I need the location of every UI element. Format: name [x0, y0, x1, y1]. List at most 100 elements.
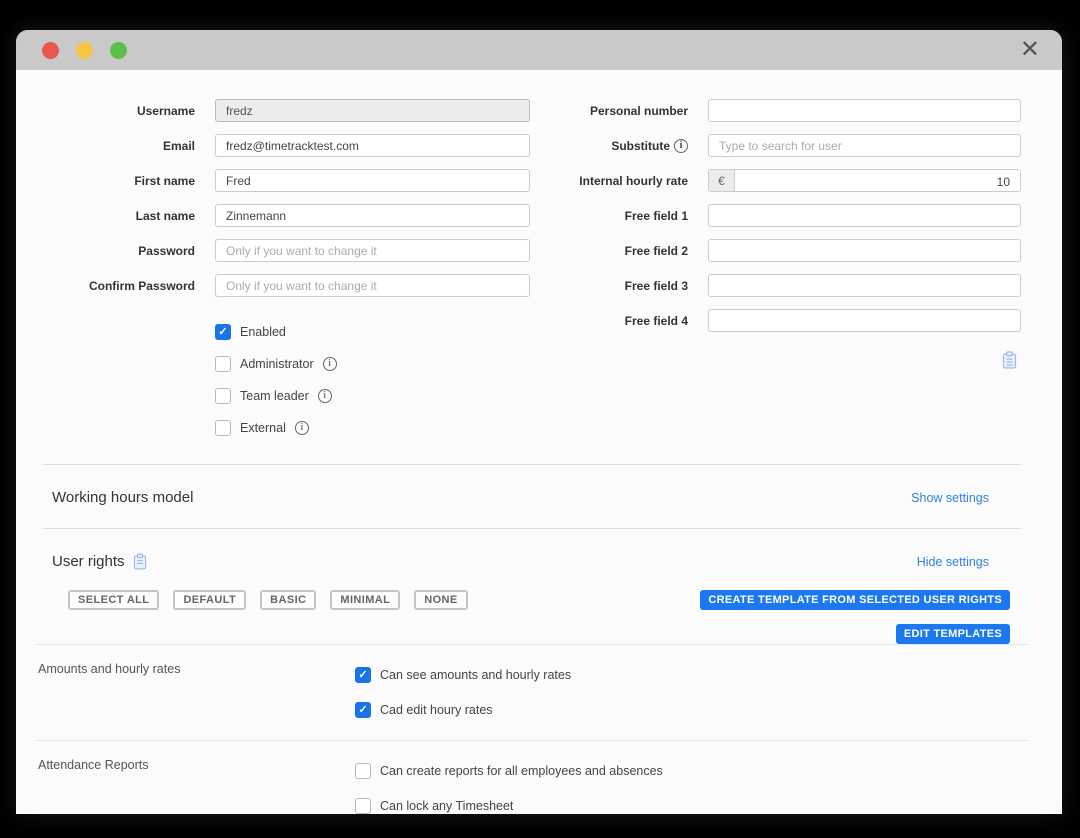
rights-group-attendance: Attendance Reports Can create reports fo… [35, 740, 1029, 814]
substitute-label-text: Substitute [611, 139, 670, 153]
administrator-row: Administrator [215, 354, 530, 374]
minimal-button[interactable]: MINIMAL [330, 590, 400, 610]
info-icon[interactable] [323, 357, 337, 371]
can-create-reports-checkbox[interactable] [355, 763, 371, 779]
zoom-traffic-light-icon[interactable] [110, 42, 127, 59]
rights-items: Can create reports for all employees and… [355, 751, 672, 814]
first-name-label: First name [43, 174, 195, 188]
hide-settings-link[interactable]: Hide settings [917, 555, 989, 569]
external-row: External [215, 418, 530, 438]
personal-number-field[interactable] [708, 99, 1021, 122]
user-settings-window: ✕ Username Email First name Last name [16, 30, 1062, 814]
info-icon[interactable] [295, 421, 309, 435]
default-button[interactable]: DEFAULT [173, 590, 246, 610]
user-rights-title: User rights [52, 553, 147, 570]
form-row-email: Email [43, 134, 530, 157]
can-lock-any-timesheet-checkbox[interactable] [355, 798, 371, 814]
user-form: Username Email First name Last name Pass… [43, 99, 1021, 438]
first-name-field[interactable] [215, 169, 530, 192]
team-leader-row: Team leader [215, 386, 530, 406]
form-row-free-field-2: Free field 2 [548, 239, 1021, 262]
create-template-button[interactable]: CREATE TEMPLATE FROM SELECTED USER RIGHT… [700, 590, 1010, 610]
administrator-label: Administrator [240, 357, 314, 371]
email-field[interactable] [215, 134, 530, 157]
enabled-row: Enabled [215, 322, 530, 342]
password-label: Password [43, 244, 195, 258]
form-row-username: Username [43, 99, 530, 122]
role-checkboxes: Enabled Administrator Team leader [215, 322, 530, 438]
right-item-row: Can lock any Timesheet [355, 796, 672, 814]
can-edit-hourly-rates-checkbox[interactable] [355, 702, 371, 718]
confirm-password-label: Confirm Password [43, 279, 195, 293]
copy-fields-row [548, 351, 1021, 369]
preset-buttons: SELECT ALL DEFAULT BASIC MINIMAL NONE [68, 590, 468, 610]
right-item-label: Can see amounts and hourly rates [380, 668, 571, 682]
email-label: Email [43, 139, 195, 153]
confirm-password-field[interactable] [215, 274, 530, 297]
form-row-personal-number: Personal number [548, 99, 1021, 122]
rights-items: Can see amounts and hourly rates Cad edi… [355, 655, 571, 720]
form-content: Username Email First name Last name Pass… [16, 70, 1062, 814]
free-field-2-input[interactable] [708, 239, 1021, 262]
euro-prefix: € [709, 170, 735, 191]
traffic-lights [42, 42, 127, 59]
rights-group-title: Amounts and hourly rates [38, 655, 355, 720]
working-hours-section-header: Working hours model Show settings [43, 465, 1021, 528]
enabled-label: Enabled [240, 325, 286, 339]
form-column-right: Personal number Substitute Internal hour… [548, 99, 1021, 438]
team-leader-checkbox[interactable] [215, 388, 231, 404]
window-titlebar: ✕ [16, 30, 1062, 70]
external-checkbox[interactable] [215, 420, 231, 436]
user-rights-title-text: User rights [52, 553, 125, 570]
right-item-label: Can create reports for all employees and… [380, 764, 663, 778]
working-hours-title: Working hours model [52, 489, 193, 506]
form-row-password: Password [43, 239, 530, 262]
minimize-traffic-light-icon[interactable] [76, 42, 93, 59]
substitute-label: Substitute [548, 139, 688, 153]
administrator-checkbox[interactable] [215, 356, 231, 372]
free-field-4-input[interactable] [708, 309, 1021, 332]
free-field-3-label: Free field 3 [548, 279, 688, 293]
last-name-label: Last name [43, 209, 195, 223]
close-icon[interactable]: ✕ [1014, 38, 1046, 62]
user-rights-toolbar: SELECT ALL DEFAULT BASIC MINIMAL NONE CR… [43, 590, 1021, 644]
form-row-free-field-4: Free field 4 [548, 309, 1021, 332]
right-item-row: Cad edit houry rates [355, 700, 571, 720]
internal-hourly-rate-group: € [708, 169, 1021, 192]
substitute-search-field[interactable] [708, 134, 1021, 157]
select-all-button[interactable]: SELECT ALL [68, 590, 159, 610]
show-settings-link[interactable]: Show settings [911, 491, 989, 505]
template-buttons: CREATE TEMPLATE FROM SELECTED USER RIGHT… [700, 590, 1010, 644]
basic-button[interactable]: BASIC [260, 590, 316, 610]
enabled-checkbox[interactable] [215, 324, 231, 340]
username-field[interactable] [215, 99, 530, 122]
team-leader-label: Team leader [240, 389, 309, 403]
username-label: Username [43, 104, 195, 118]
last-name-field[interactable] [215, 204, 530, 227]
form-row-substitute: Substitute [548, 134, 1021, 157]
personal-number-label: Personal number [548, 104, 688, 118]
form-column-left: Username Email First name Last name Pass… [43, 99, 530, 438]
form-row-first-name: First name [43, 169, 530, 192]
internal-hourly-rate-field[interactable] [735, 170, 1020, 192]
password-field[interactable] [215, 239, 530, 262]
form-row-internal-hourly-rate: Internal hourly rate € [548, 169, 1021, 192]
internal-hourly-rate-label: Internal hourly rate [548, 174, 688, 188]
info-icon[interactable] [674, 139, 688, 153]
form-row-free-field-1: Free field 1 [548, 204, 1021, 227]
close-traffic-light-icon[interactable] [42, 42, 59, 59]
info-icon[interactable] [318, 389, 332, 403]
free-field-1-label: Free field 1 [548, 209, 688, 223]
clipboard-icon[interactable] [133, 553, 147, 570]
can-see-amounts-checkbox[interactable] [355, 667, 371, 683]
edit-templates-button[interactable]: EDIT TEMPLATES [896, 624, 1010, 644]
clipboard-icon[interactable] [1002, 351, 1017, 369]
form-row-last-name: Last name [43, 204, 530, 227]
user-rights-section-header: User rights Hide settings [43, 529, 1021, 592]
none-button[interactable]: NONE [414, 590, 467, 610]
free-field-2-label: Free field 2 [548, 244, 688, 258]
rights-group-title: Attendance Reports [38, 751, 355, 814]
free-field-3-input[interactable] [708, 274, 1021, 297]
rights-group-amounts: Amounts and hourly rates Can see amounts… [35, 644, 1029, 740]
free-field-1-input[interactable] [708, 204, 1021, 227]
